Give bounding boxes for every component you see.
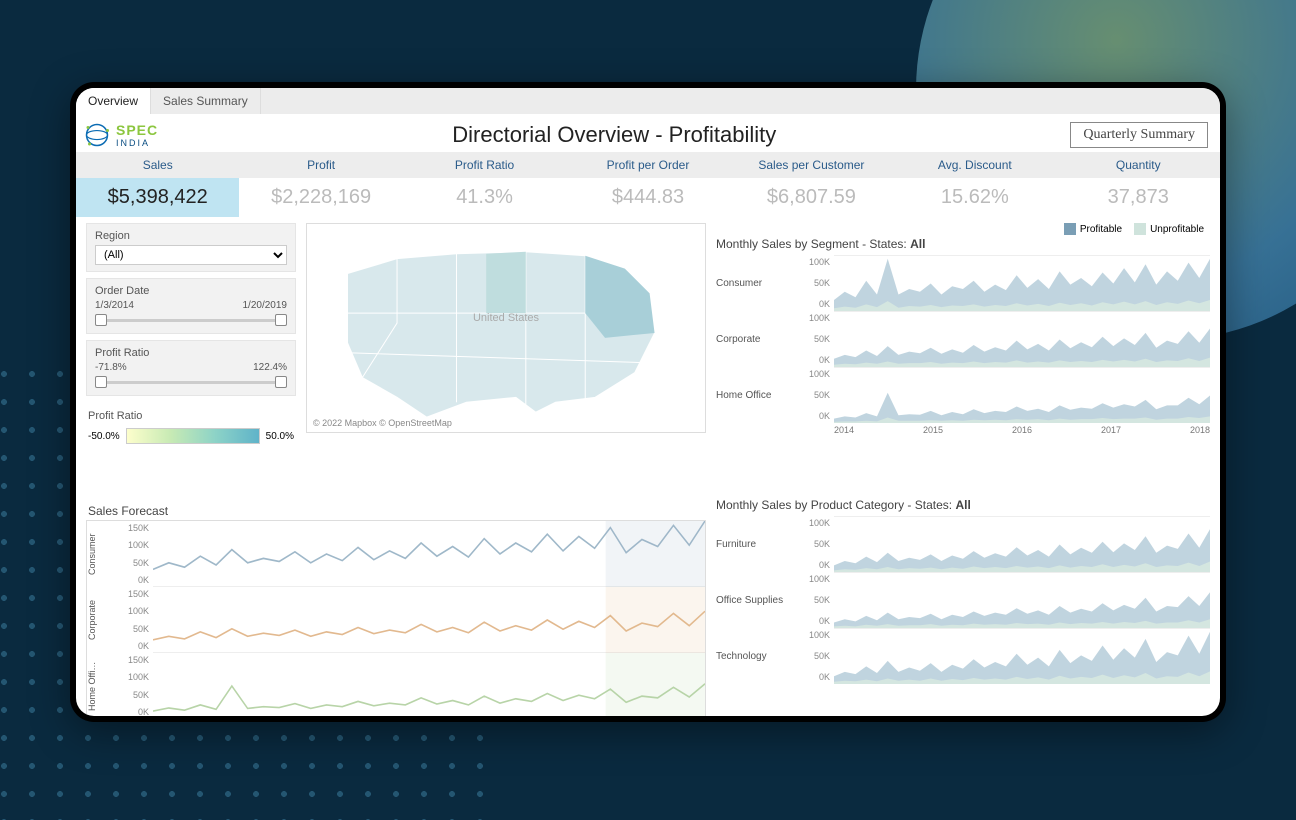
kpi-tab-profit-ratio[interactable]: Profit Ratio (403, 152, 566, 178)
row-label: Technology (716, 628, 796, 684)
kpi-tab-profit-per-order[interactable]: Profit per Order (566, 152, 729, 178)
kpi-header-row: Sales Profit Profit Ratio Profit per Ord… (76, 152, 1220, 178)
filter-profit-ratio: Profit Ratio -71.8% 122.4% (86, 340, 296, 396)
pr-color-legend (126, 428, 260, 444)
forecast-seg-label: Consumer (87, 521, 107, 587)
pr-max: 122.4% (253, 362, 287, 373)
legend-unprofitable: Unprofitable (1150, 224, 1204, 235)
row-chart[interactable]: Furniture 100K50K0K (716, 516, 1210, 572)
kpi-val-profit-ratio[interactable]: 41.3% (403, 178, 566, 217)
header: SPEC INDIA Directorial Overview - Profit… (76, 114, 1220, 152)
kpi-tab-sales-per-customer[interactable]: Sales per Customer (730, 152, 893, 178)
dashboard-screen: Overview Sales Summary SPEC INDIA Direct… (76, 88, 1220, 716)
map-attribution: © 2022 Mapbox © OpenStreetMap (313, 418, 452, 428)
segment-charts: Consumer 100K50K0K Corporate 100K50K0K H… (716, 255, 1210, 423)
quarterly-summary-button[interactable]: Quarterly Summary (1070, 122, 1208, 148)
row-chart[interactable]: Technology 100K50K0K (716, 628, 1210, 684)
row-label: Home Office (716, 367, 796, 423)
order-date-label: Order Date (95, 285, 287, 297)
swatch-unprofitable (1134, 223, 1146, 235)
kpi-val-sales-per-customer[interactable]: $6,807.59 (730, 178, 893, 217)
forecast-panel: Sales Forecast Consumer 150K100K50K0K Co… (86, 496, 706, 710)
row-label: Office Supplies (716, 572, 796, 628)
filters-column: Region (All) Order Date 1/3/2014 1/20/201… (86, 223, 296, 492)
kpi-val-avg-discount[interactable]: 15.62% (893, 178, 1056, 217)
segment-charts-column: Profitable Unprofitable Monthly Sales by… (716, 223, 1210, 492)
map-center-label: United States (473, 312, 539, 324)
globe-icon (82, 120, 112, 150)
forecast-title: Sales Forecast (88, 504, 706, 518)
logo-sub: INDIA (116, 138, 158, 148)
pr-legend-label: Profit Ratio (88, 410, 142, 422)
row-chart[interactable]: Corporate 100K50K0K (716, 311, 1210, 367)
kpi-value-row: $5,398,422 $2,228,169 41.3% $444.83 $6,8… (76, 178, 1220, 217)
legend-profitable: Profitable (1080, 224, 1122, 235)
tab-sales-summary[interactable]: Sales Summary (151, 88, 261, 114)
region-label: Region (95, 230, 287, 242)
kpi-tab-avg-discount[interactable]: Avg. Discount (893, 152, 1056, 178)
forecast-row[interactable]: Home Offi… 150K100K50K0K (87, 653, 705, 716)
kpi-tab-profit[interactable]: Profit (239, 152, 402, 178)
forecast-row[interactable]: Corporate 150K100K50K0K (87, 587, 705, 653)
map-svg (307, 224, 705, 432)
kpi-val-profit-per-order[interactable]: $444.83 (566, 178, 729, 217)
kpi-val-sales[interactable]: $5,398,422 (76, 178, 239, 217)
row-chart[interactable]: Office Supplies 100K50K0K (716, 572, 1210, 628)
row-label: Furniture (716, 516, 796, 572)
swatch-profitable (1064, 223, 1076, 235)
main-area: Region (All) Order Date 1/3/2014 1/20/201… (76, 217, 1220, 496)
kpi-tab-sales[interactable]: Sales (76, 152, 239, 178)
forecast-row[interactable]: Consumer 150K100K50K0K (87, 521, 705, 587)
region-select[interactable]: (All) (95, 245, 287, 265)
row-chart[interactable]: Home Office 100K50K0K (716, 367, 1210, 423)
category-charts: Furniture 100K50K0K Office Supplies 100K… (716, 516, 1210, 684)
us-map[interactable]: United States © 2022 Mapbox © OpenStreet… (306, 223, 706, 433)
od-max: 1/20/2019 (243, 300, 288, 311)
logo: SPEC INDIA (82, 120, 158, 150)
filter-region: Region (All) (86, 223, 296, 272)
segment-xaxis: 20142015201620172018 (716, 423, 1210, 435)
pr-legend-min: -50.0% (88, 431, 120, 442)
segment-title: Monthly Sales by Segment - States: All (716, 237, 1210, 251)
category-panel: Monthly Sales by Product Category - Stat… (716, 496, 1210, 710)
forecast-charts[interactable]: Consumer 150K100K50K0K Corporate 150K100… (86, 520, 706, 716)
category-title: Monthly Sales by Product Category - Stat… (716, 498, 1210, 512)
logo-brand: SPEC (116, 122, 158, 138)
map-column: United States © 2022 Mapbox © OpenStreet… (306, 223, 706, 492)
row-chart[interactable]: Consumer 100K50K0K (716, 255, 1210, 311)
page-title: Directorial Overview - Profitability (158, 122, 1070, 148)
pr-legend-max: 50.0% (266, 431, 294, 442)
bottom-area: Sales Forecast Consumer 150K100K50K0K Co… (76, 496, 1220, 716)
pr-min: -71.8% (95, 362, 127, 373)
forecast-seg-label: Home Offi… (87, 653, 107, 716)
tablet-frame: Overview Sales Summary SPEC INDIA Direct… (70, 82, 1226, 722)
order-date-slider[interactable] (95, 313, 287, 327)
kpi-tab-quantity[interactable]: Quantity (1057, 152, 1220, 178)
row-label: Corporate (716, 311, 796, 367)
filter-order-date: Order Date 1/3/2014 1/20/2019 (86, 278, 296, 334)
profitability-legend: Profitable Unprofitable (716, 223, 1210, 235)
forecast-seg-label: Corporate (87, 587, 107, 653)
profit-ratio-slider[interactable] (95, 375, 287, 389)
kpi-val-quantity[interactable]: 37,873 (1057, 178, 1220, 217)
pr-label: Profit Ratio (95, 347, 287, 359)
row-label: Consumer (716, 255, 796, 311)
sheet-tabs: Overview Sales Summary (76, 88, 1220, 114)
kpi-val-profit[interactable]: $2,228,169 (239, 178, 402, 217)
tab-overview[interactable]: Overview (76, 88, 151, 114)
od-min: 1/3/2014 (95, 300, 134, 311)
